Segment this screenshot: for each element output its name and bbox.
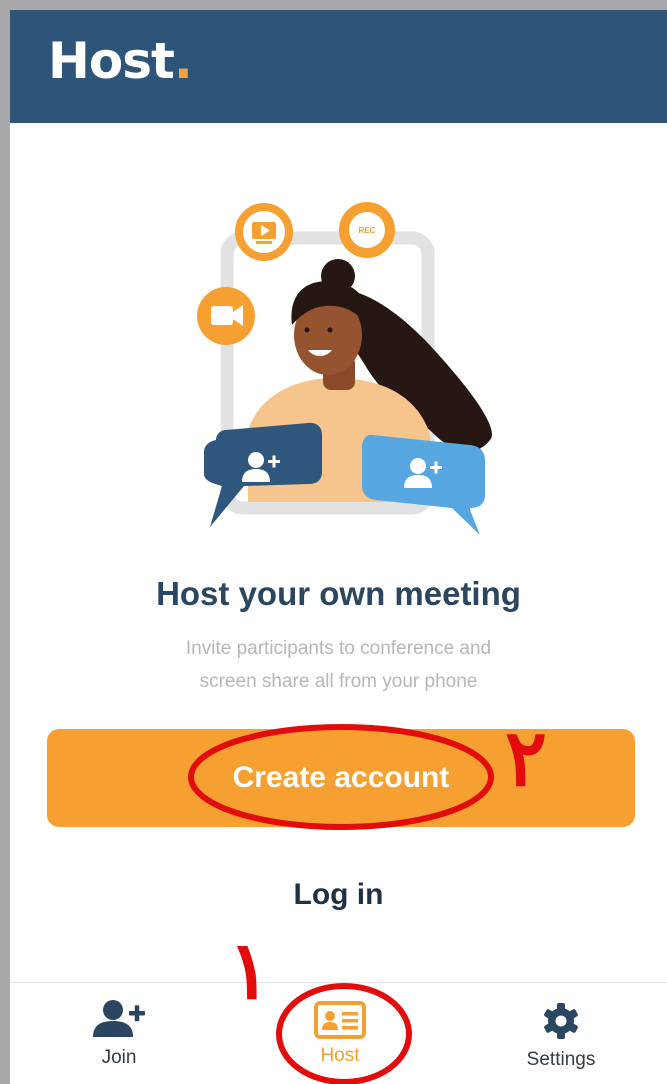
- app-brand-title: Host.: [48, 36, 193, 86]
- nav-label-settings: Settings: [526, 1049, 596, 1070]
- add-person-icon: [93, 1000, 145, 1037]
- brand-text: Host: [48, 32, 175, 90]
- nav-item-join[interactable]: Join: [39, 983, 199, 1084]
- hair-bun: [321, 259, 355, 293]
- rec-icon: REC: [339, 202, 395, 258]
- nav-label-host: Host: [320, 1045, 360, 1066]
- annotation-step-two: ٢: [505, 713, 547, 804]
- host-screen: Host. REC Host your own meeting Invite p…: [10, 10, 667, 1084]
- app-header: Host.: [10, 10, 667, 123]
- annotation-step-one: ١: [228, 923, 271, 1017]
- add-participant-bubble-light: [362, 434, 485, 535]
- subtitle-line-2: screen share all from your phone: [199, 671, 478, 692]
- nav-label-join: Join: [101, 1047, 137, 1068]
- log-in-link[interactable]: Log in: [10, 878, 667, 912]
- page-title: Host your own meeting: [156, 575, 521, 612]
- rec-label: REC: [359, 226, 376, 235]
- gear-icon: [544, 1003, 578, 1039]
- screen-play-icon: [235, 203, 293, 261]
- subtitle-line-1: Invite participants to conference and: [185, 638, 492, 659]
- nav-item-settings[interactable]: Settings: [481, 983, 641, 1084]
- id-card-icon: [314, 1001, 366, 1039]
- brand-dot: .: [173, 32, 193, 90]
- page-subtitle: Invite participants to conference and sc…: [10, 632, 667, 698]
- bottom-navigation: Join Host Settings: [10, 982, 667, 1084]
- video-camera-icon: [197, 287, 255, 345]
- host-meeting-illustration: REC: [197, 202, 493, 535]
- nav-item-host[interactable]: Host: [260, 983, 420, 1084]
